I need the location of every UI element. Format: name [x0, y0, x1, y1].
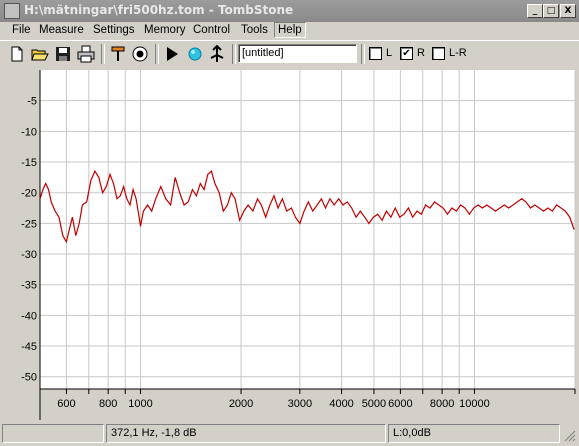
- toolbar: [untitled] L ✔ R L-R: [0, 40, 579, 67]
- maximize-button[interactable]: □: [543, 4, 559, 18]
- microphone-icon[interactable]: [109, 45, 127, 63]
- x-tick-label: 2000: [229, 398, 253, 410]
- channel-l-label: L: [386, 47, 393, 59]
- channel-lr-label: L-R: [449, 47, 467, 59]
- channel-r-label: R: [417, 47, 425, 59]
- measure-blob-icon[interactable]: [186, 45, 204, 63]
- y-tick-label: -30: [21, 249, 37, 261]
- menu-measure[interactable]: Measure: [39, 24, 84, 36]
- y-tick-label: -15: [21, 157, 37, 169]
- document-name-field[interactable]: [untitled]: [238, 44, 357, 63]
- y-tick-label: -20: [21, 188, 37, 200]
- resize-grip-icon[interactable]: [563, 429, 576, 442]
- y-tick-label: -25: [21, 218, 37, 230]
- plot-area: -5 -10 -15 -20 -25 -30 -35 -40 -45 -50 600 800 1000…: [0, 66, 579, 420]
- status-panel-blank: [2, 424, 104, 443]
- channel-r-checkbox[interactable]: ✔: [400, 47, 413, 60]
- x-tick-label: 4000: [329, 398, 353, 410]
- cursor-readout: 372,1 Hz, -1,8 dB: [111, 427, 197, 439]
- menu-settings[interactable]: Settings: [93, 24, 135, 36]
- menu-memory[interactable]: Memory: [144, 24, 186, 36]
- y-tick-label: -10: [21, 126, 37, 138]
- status-panel-cursor: 372,1 Hz, -1,8 dB: [106, 424, 386, 443]
- menu-file[interactable]: File: [12, 24, 31, 36]
- y-tick-label: -50: [21, 372, 37, 384]
- channel-lr-checkbox[interactable]: [432, 47, 445, 60]
- document-name: [untitled]: [242, 47, 284, 59]
- toolbar-separator: [155, 44, 159, 64]
- play-icon[interactable]: [163, 45, 181, 63]
- cursor-arrows-icon[interactable]: [208, 45, 226, 63]
- print-icon[interactable]: [77, 45, 95, 63]
- channel-l-checkbox[interactable]: [369, 47, 382, 60]
- x-tick-label: 3000: [288, 398, 312, 410]
- x-tick-label: 5000: [362, 398, 386, 410]
- x-tick-label: 600: [57, 398, 75, 410]
- status-bar: 372,1 Hz, -1,8 dB L:0,0dB: [0, 421, 579, 446]
- x-tick-label: 1000: [128, 398, 152, 410]
- y-tick-label: -40: [21, 310, 37, 322]
- title-bar: H:\mätningar\fri500hz.tom - TombStone _ …: [0, 0, 579, 22]
- toolbar-separator: [361, 44, 365, 64]
- x-tick-label: 6000: [388, 398, 412, 410]
- speaker-target-icon[interactable]: [131, 45, 149, 63]
- menu-help[interactable]: Help: [274, 22, 306, 38]
- y-tick-label: -5: [27, 96, 37, 108]
- open-folder-icon[interactable]: [31, 45, 49, 63]
- y-tick-label: -35: [21, 280, 37, 292]
- y-tick-label: -45: [21, 341, 37, 353]
- menu-control[interactable]: Control: [193, 24, 230, 36]
- status-panel-level: L:0,0dB: [388, 424, 560, 443]
- new-document-icon[interactable]: [8, 45, 26, 63]
- x-tick-label: 10000: [459, 398, 490, 410]
- minimize-button[interactable]: _: [527, 4, 543, 18]
- level-readout: L:0,0dB: [393, 427, 431, 439]
- menu-tools[interactable]: Tools: [241, 24, 268, 36]
- x-tick-label: 800: [99, 398, 117, 410]
- frequency-response-chart[interactable]: -5 -10 -15 -20 -25 -30 -35 -40 -45 -50 600 800 1000…: [0, 66, 579, 420]
- close-button[interactable]: X: [560, 4, 576, 18]
- window-title: H:\mätningar\fri500hz.tom - TombStone: [24, 3, 294, 17]
- save-disk-icon[interactable]: [54, 45, 72, 63]
- toolbar-separator: [101, 44, 105, 64]
- x-tick-label: 8000: [430, 398, 454, 410]
- menu-bar: File Measure Settings Memory Control Too…: [0, 22, 579, 40]
- toolbar-separator: [232, 44, 236, 64]
- plot-background: [40, 70, 575, 389]
- app-icon[interactable]: [4, 3, 20, 19]
